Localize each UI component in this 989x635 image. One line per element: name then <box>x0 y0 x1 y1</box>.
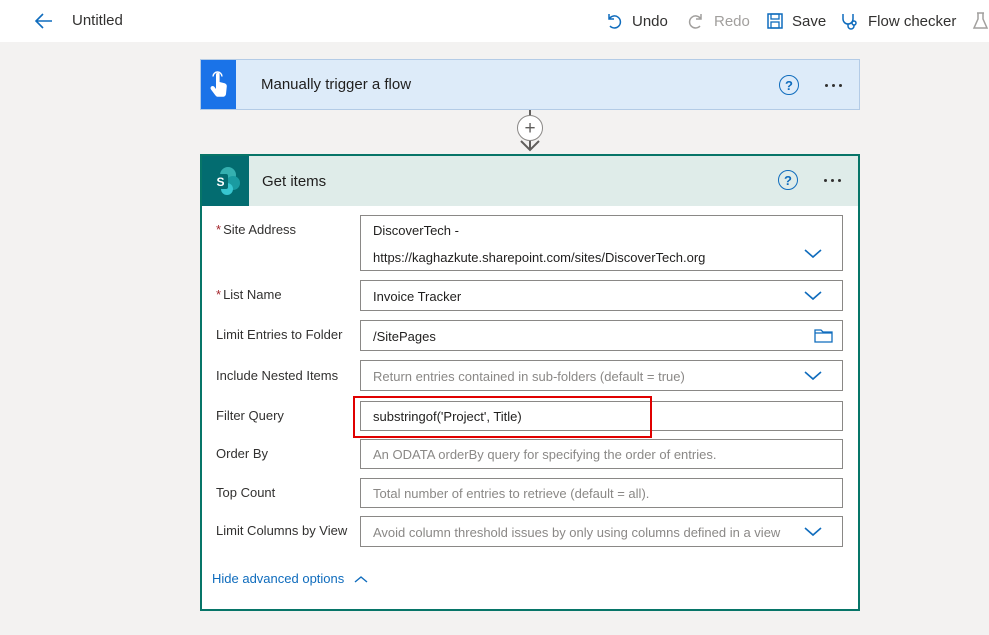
command-bar: Untitled Undo Redo Save Flow checker <box>0 0 989 42</box>
svg-text:S: S <box>216 175 224 189</box>
order-by-label: Order By <box>216 446 269 461</box>
sharepoint-icon: S <box>202 156 249 206</box>
flow-checker-label: Flow checker <box>868 12 957 30</box>
save-label: Save <box>792 12 827 30</box>
save-icon <box>767 13 783 29</box>
filter-query-highlight <box>353 396 652 438</box>
nested-items-label: Include Nested Items <box>216 368 339 383</box>
list-name-value: Invoice Tracker <box>373 289 462 304</box>
undo-icon <box>608 14 622 29</box>
redo-button[interactable]: Redo <box>686 8 750 34</box>
arrow-down-icon <box>520 140 540 152</box>
flow-title[interactable]: Untitled <box>72 12 123 29</box>
get-items-card: S Get items ? * Site Address DiscoverTech… <box>200 154 860 611</box>
chevron-down-icon[interactable] <box>804 371 822 381</box>
hide-advanced-label: Hide advanced options <box>212 571 345 586</box>
redo-label: Redo <box>714 12 750 30</box>
help-icon[interactable]: ? <box>778 170 798 190</box>
get-items-title: Get items <box>262 172 327 190</box>
flow-checker-button[interactable]: Flow checker <box>840 8 956 34</box>
more-icon[interactable] <box>824 179 841 182</box>
site-address-label: * Site Address <box>216 222 297 237</box>
undo-label: Undo <box>632 12 668 30</box>
test-flask-icon <box>972 12 989 29</box>
undo-button[interactable]: Undo <box>604 8 668 34</box>
chevron-up-icon <box>354 575 368 583</box>
redo-icon <box>688 14 702 29</box>
list-name-label: * List Name <box>216 287 282 302</box>
site-address-value-line1: DiscoverTech - <box>373 223 459 238</box>
trigger-title: Manually trigger a flow <box>261 76 412 93</box>
save-button[interactable]: Save <box>766 8 826 34</box>
trigger-card[interactable]: Manually trigger a flow ? <box>200 59 860 110</box>
chevron-down-icon[interactable] <box>804 527 822 537</box>
filter-query-label: Filter Query <box>216 408 284 423</box>
flow-checker-icon <box>842 14 857 30</box>
chevron-down-icon[interactable] <box>804 291 822 301</box>
limit-view-label: Limit Columns by View <box>216 523 348 538</box>
order-by-input[interactable]: An ODATA orderBy query for specifying th… <box>360 439 843 469</box>
top-count-placeholder: Total number of entries to retrieve (def… <box>373 486 650 501</box>
site-address-dropdown[interactable]: DiscoverTech - https://kaghazkute.sharep… <box>360 215 843 271</box>
help-icon[interactable]: ? <box>779 75 799 95</box>
folder-icon[interactable] <box>814 328 833 343</box>
test-button[interactable] <box>972 8 989 34</box>
nested-items-dropdown[interactable]: Return entries contained in sub-folders … <box>360 360 843 391</box>
order-by-placeholder: An ODATA orderBy query for specifying th… <box>373 447 717 462</box>
hide-advanced-options-link[interactable]: Hide advanced options <box>212 571 368 586</box>
limit-folder-value: /SitePages <box>373 329 436 344</box>
hand-pointer-icon <box>201 60 236 109</box>
get-items-header[interactable]: S Get items ? <box>202 156 858 206</box>
limit-folder-input[interactable]: /SitePages <box>360 320 843 351</box>
nested-items-placeholder: Return entries contained in sub-folders … <box>373 369 685 384</box>
list-name-dropdown[interactable]: Invoice Tracker <box>360 280 843 311</box>
back-arrow-icon[interactable] <box>32 9 56 33</box>
more-icon[interactable] <box>825 84 842 87</box>
chevron-down-icon[interactable] <box>804 249 822 259</box>
site-address-value-line2: https://kaghazkute.sharepoint.com/sites/… <box>373 250 706 265</box>
top-count-input[interactable]: Total number of entries to retrieve (def… <box>360 478 843 508</box>
limit-folder-label: Limit Entries to Folder <box>216 327 343 342</box>
limit-view-dropdown[interactable]: Avoid column threshold issues by only us… <box>360 516 843 547</box>
limit-view-placeholder: Avoid column threshold issues by only us… <box>373 525 781 540</box>
top-count-label: Top Count <box>216 485 276 500</box>
